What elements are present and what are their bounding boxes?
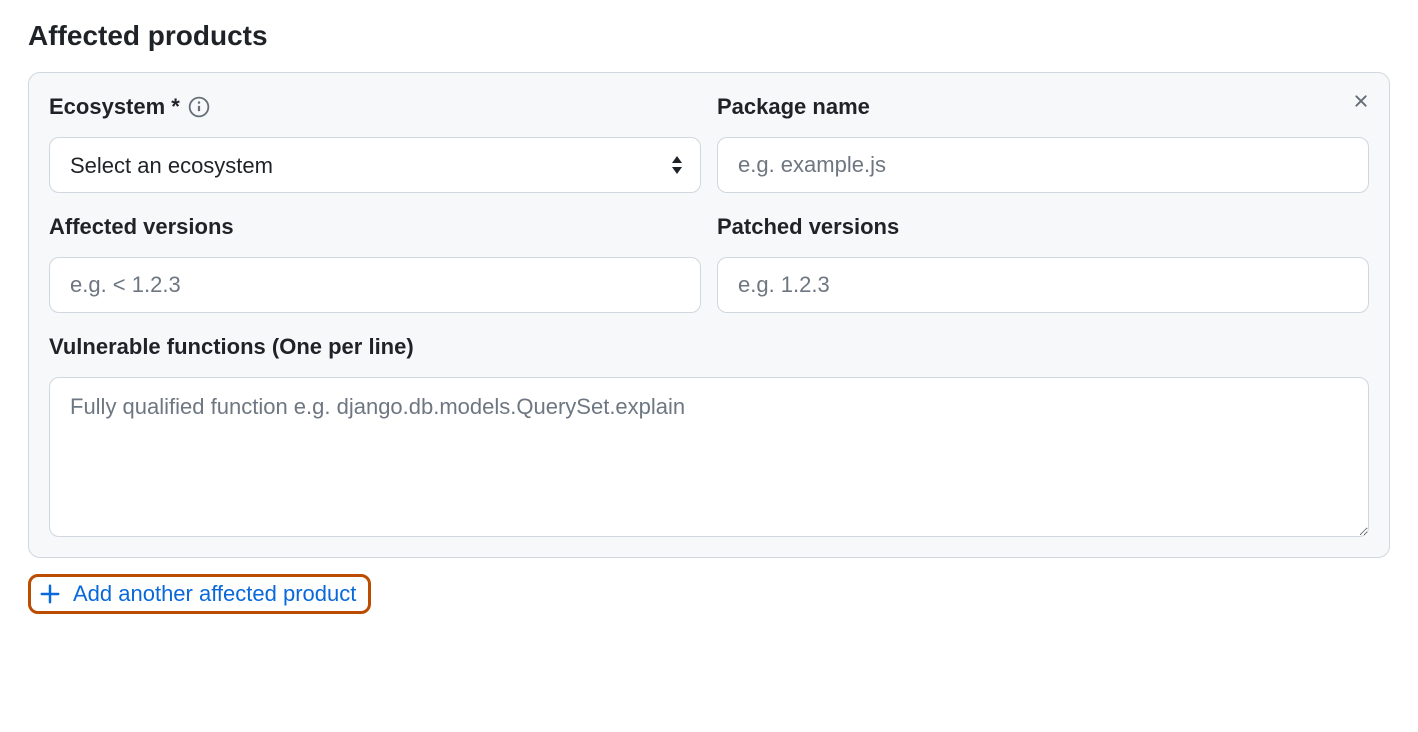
affected-versions-group: Affected versions <box>49 213 701 313</box>
affected-product-card: Ecosystem * Select an ecosystem Package … <box>28 72 1390 558</box>
add-product-highlight: Add another affected product <box>28 574 371 614</box>
patched-versions-label: Patched versions <box>717 214 899 240</box>
section-title: Affected products <box>28 20 1390 52</box>
close-button[interactable] <box>1347 87 1375 118</box>
ecosystem-group: Ecosystem * Select an ecosystem <box>49 93 701 193</box>
patched-versions-input[interactable] <box>717 257 1369 313</box>
package-name-input[interactable] <box>717 137 1369 193</box>
package-name-group: Package name <box>717 93 1369 193</box>
affected-versions-label: Affected versions <box>49 214 234 240</box>
patched-versions-group: Patched versions <box>717 213 1369 313</box>
close-icon <box>1351 91 1371 114</box>
affected-versions-input[interactable] <box>49 257 701 313</box>
package-name-label: Package name <box>717 94 870 120</box>
vulnerable-functions-textarea[interactable] <box>49 377 1369 537</box>
vulnerable-functions-label: Vulnerable functions (One per line) <box>49 334 414 360</box>
ecosystem-label: Ecosystem * <box>49 94 180 120</box>
vulnerable-functions-group: Vulnerable functions (One per line) <box>49 333 1369 537</box>
add-affected-product-button[interactable]: Add another affected product <box>39 581 356 607</box>
ecosystem-select[interactable]: Select an ecosystem <box>49 137 701 193</box>
info-icon[interactable] <box>188 96 210 118</box>
add-product-label: Add another affected product <box>73 581 356 607</box>
plus-icon <box>39 583 61 605</box>
